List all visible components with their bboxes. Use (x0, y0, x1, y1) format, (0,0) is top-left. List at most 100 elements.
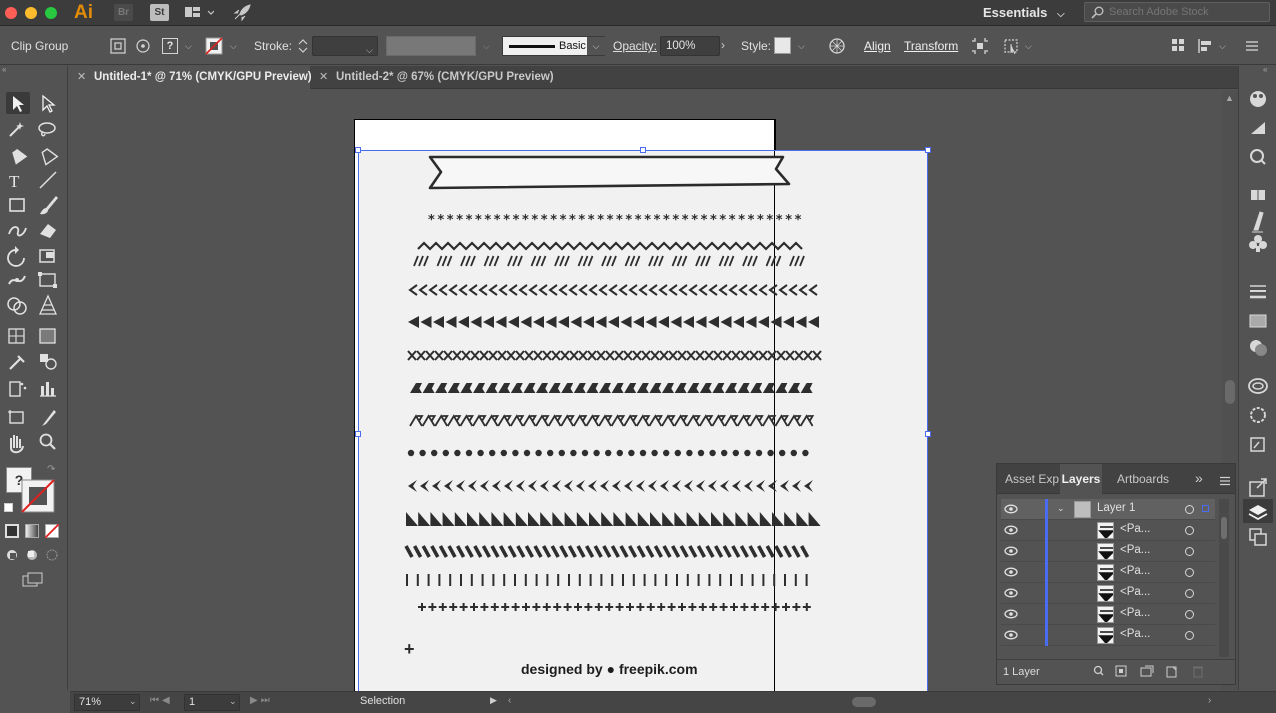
scale-tool-icon[interactable] (39, 249, 55, 263)
scroll-up-arrow-icon[interactable]: ▲ (1225, 93, 1234, 103)
eyedropper-tool-icon[interactable] (9, 355, 25, 370)
stroke-panel-icon[interactable] (1250, 285, 1266, 299)
slice-tool-icon[interactable] (42, 410, 56, 426)
gradient-tool-icon[interactable] (39, 328, 56, 344)
close-tab-icon[interactable]: ✕ (319, 66, 328, 89)
bridge-button[interactable]: Br (114, 4, 133, 21)
color-mode-icon[interactable] (5, 524, 19, 538)
tab-untitled-1[interactable]: ✕ Untitled-1* @ 71% (CMYK/GPU Preview) (70, 66, 312, 89)
arrange-button[interactable] (1170, 37, 1186, 53)
image-trace-icon[interactable] (1250, 437, 1265, 452)
align-link[interactable]: Align (864, 39, 891, 53)
arrange-documents-button[interactable] (184, 4, 215, 22)
horizontal-scrollbar[interactable]: ‹ › (506, 694, 1220, 711)
none-mode-icon[interactable] (44, 523, 60, 539)
status-menu-arrow-icon[interactable]: ▶ (490, 695, 497, 706)
eye-icon[interactable] (1003, 587, 1019, 599)
align-options-dropdown[interactable]: ⌵ (1196, 36, 1230, 56)
selection-bounding-box[interactable] (358, 150, 928, 692)
variable-width-profile[interactable]: ⌵ (386, 36, 496, 56)
zoom-tool-icon[interactable] (39, 433, 56, 450)
symbol-sprayer-tool-icon[interactable] (9, 381, 27, 397)
first-prev-artboard-icons[interactable]: ⏮◀ (150, 695, 173, 706)
control-panel-menu-button[interactable] (1244, 39, 1260, 53)
rotate-tool-icon[interactable] (7, 246, 25, 267)
draw-inside-icon[interactable] (45, 548, 59, 562)
paintbrush-tool-icon[interactable] (40, 196, 58, 215)
sublayer-name[interactable]: <Pa... (1120, 628, 1150, 640)
resize-handle[interactable] (925, 431, 931, 437)
gradient-panel-icon[interactable] (1249, 314, 1267, 328)
resize-handle[interactable] (355, 431, 361, 437)
scroll-left-arrow-icon[interactable]: ‹ (508, 695, 511, 706)
stroke-weight-stepper[interactable] (296, 36, 310, 56)
collapse-panel-icon[interactable]: « (2, 65, 12, 74)
target-icon[interactable] (1185, 568, 1194, 577)
eye-icon[interactable] (1003, 566, 1019, 578)
next-last-artboard-icons[interactable]: ▶⏭ (250, 695, 273, 706)
width-tool-icon[interactable] (8, 275, 26, 285)
eye-icon[interactable] (1003, 608, 1019, 620)
color-guide-icon[interactable] (1251, 122, 1265, 134)
shape-builder-tool-icon[interactable] (7, 297, 27, 315)
transform-link[interactable]: Transform (904, 39, 958, 53)
sublayer-row[interactable]: <Pa... (1001, 520, 1215, 541)
expand-panels-icon[interactable]: « (1263, 65, 1267, 74)
opacity-label[interactable]: Opacity: (613, 39, 657, 53)
artboard-number-dropdown[interactable]: 1 ⌄ (184, 694, 240, 711)
line-segment-tool-icon[interactable] (39, 171, 57, 189)
scroll-right-arrow-icon[interactable]: › (1208, 695, 1211, 706)
type-tool-icon[interactable]: T (9, 172, 20, 191)
graphic-styles-icon[interactable] (1250, 407, 1266, 423)
cc-libraries-icon[interactable] (1250, 149, 1266, 165)
make-clipping-mask-icon[interactable] (1115, 665, 1127, 677)
mesh-tool-icon[interactable] (8, 328, 25, 344)
target-icon[interactable] (1185, 589, 1194, 598)
direct-selection-tool-icon[interactable] (42, 94, 56, 113)
artboards-icon[interactable] (1249, 528, 1267, 546)
stroke-swatch[interactable] (21, 479, 55, 513)
resize-handle[interactable] (925, 147, 931, 153)
export-icon[interactable] (1249, 478, 1267, 497)
column-graph-tool-icon[interactable] (40, 382, 56, 397)
lasso-tool-icon[interactable] (38, 122, 56, 137)
free-transform-tool-icon[interactable] (38, 272, 57, 288)
eye-icon[interactable] (1003, 629, 1019, 641)
recolor-artwork-button[interactable] (828, 37, 846, 55)
gpu-performance-button[interactable] (232, 3, 252, 23)
fill-color-swatch[interactable]: ? ⌵ (160, 36, 196, 56)
swatches-icon[interactable] (1251, 190, 1265, 200)
swap-fill-stroke-icon[interactable]: ↷ (47, 464, 55, 475)
eraser-tool-icon[interactable] (40, 224, 56, 238)
new-layer-icon[interactable] (1166, 666, 1177, 678)
target-icon[interactable] (1185, 610, 1194, 619)
scroll-thumb[interactable] (1225, 380, 1235, 404)
artboard-tool-icon[interactable] (8, 410, 24, 424)
perspective-grid-tool-icon[interactable] (38, 294, 58, 315)
color-panel-icon[interactable] (1250, 91, 1266, 107)
sublayer-name[interactable]: <Pa... (1120, 544, 1150, 556)
symbols-icon[interactable] (1249, 235, 1267, 252)
rectangle-tool-icon[interactable] (9, 198, 25, 212)
pen-tool-icon[interactable] (6, 142, 28, 165)
close-tab-icon[interactable]: ✕ (77, 66, 86, 89)
magic-wand-tool-icon[interactable] (9, 122, 24, 137)
stroke-color-swatch[interactable]: ⌵ (204, 36, 242, 56)
stock-button[interactable]: St (150, 4, 169, 21)
target-icon[interactable] (1185, 547, 1194, 556)
scroll-thumb[interactable] (1221, 517, 1227, 539)
sublayer-row[interactable]: <Pa... (1001, 541, 1215, 562)
close-window-button[interactable] (5, 7, 17, 19)
sublayer-name[interactable]: <Pa... (1120, 607, 1150, 619)
draw-normal-icon[interactable] (5, 548, 19, 562)
new-sublayer-icon[interactable] (1140, 665, 1154, 677)
resize-handle[interactable] (355, 147, 361, 153)
brush-definition-dropdown[interactable]: Basic ⌵ (502, 36, 605, 56)
default-colors-icon[interactable] (4, 503, 13, 512)
eye-icon[interactable] (1003, 524, 1019, 536)
edit-contents-button[interactable] (133, 36, 153, 56)
gradient-mode-icon[interactable] (25, 524, 39, 538)
sublayer-name[interactable]: <Pa... (1120, 523, 1150, 535)
brushes-icon[interactable] (1252, 211, 1264, 233)
workspace-switcher[interactable]: Essentials ⌵ (983, 5, 1065, 20)
